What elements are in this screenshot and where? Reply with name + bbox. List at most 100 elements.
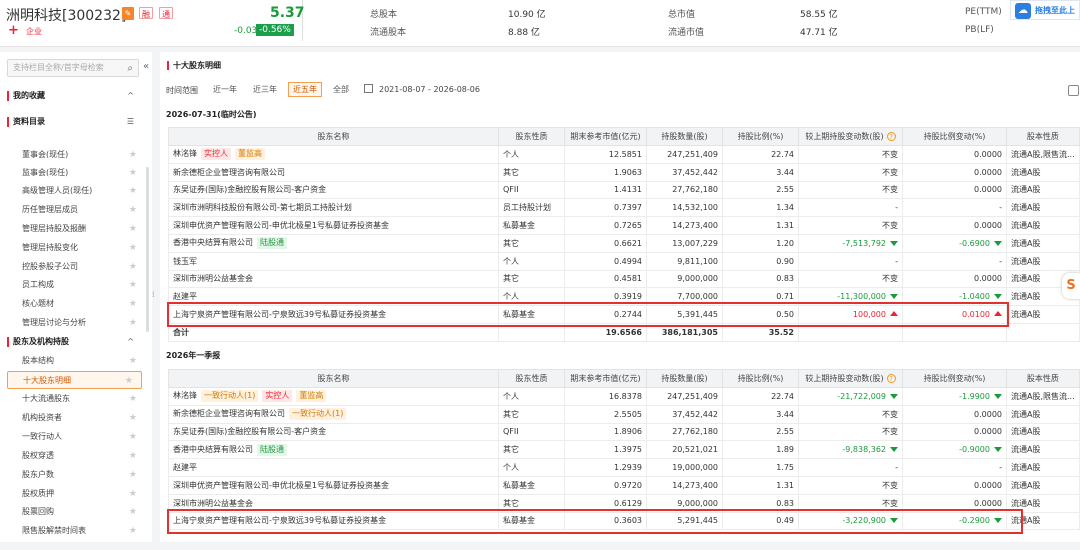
sidebar-item[interactable]: 一致行动人 ★ <box>0 428 152 446</box>
table-row[interactable]: 赵建平 个人 1.2939 19,000,000 1.75- - 流通A股 <box>168 458 1080 477</box>
holder-name-text[interactable]: 香港中央结算有限公司 <box>173 238 253 247</box>
holder-name-text[interactable]: 深圳申优资产管理有限公司-申优北极星1号私募证券投资基金 <box>173 221 389 230</box>
holder-name-text[interactable]: 上海宁泉资产管理有限公司-宁泉致远39号私募证券投资基金 <box>173 516 386 525</box>
star-icon[interactable]: ★ <box>129 295 137 313</box>
holder-name[interactable]: 钱玉军 <box>168 251 499 271</box>
export-icon[interactable] <box>1068 85 1079 96</box>
holder-name[interactable]: 深圳市洲明公益基金会 <box>168 493 499 513</box>
sidebar-item[interactable]: 员工构成 ★ <box>0 276 152 294</box>
sidebar-item[interactable]: 管理层持股及报酬 ★ <box>0 220 152 238</box>
chevron-up-icon[interactable]: ^ <box>127 88 134 104</box>
drag-button[interactable]: ☁ 拖拽至此上 <box>1010 0 1080 20</box>
help-icon[interactable]: ? <box>886 374 896 383</box>
table-row[interactable]: 深圳申优资产管理有限公司-申优北极星1号私募证券投资基金 私募基金 0.7265 14… <box>168 216 1080 235</box>
star-icon[interactable]: ★ <box>129 522 137 536</box>
holder-name-text[interactable]: 东吴证券(国际)金融控股有限公司-客户资金 <box>173 427 326 436</box>
sidebar-item[interactable]: 历任管理层成员 ★ <box>0 201 152 219</box>
holder-name[interactable]: 林洺锋 一致行动人(1) 实控人 董监高 <box>168 387 499 406</box>
table-row[interactable]: 新余德柜企业管理咨询有限公司 一致行动人(1) 其它 2.5505 37,452,442… <box>168 404 1080 424</box>
holder-name-text[interactable]: 香港中央结算有限公司 <box>173 445 253 454</box>
star-icon[interactable]: ★ <box>129 164 137 182</box>
sidebar-item[interactable]: 高级管理人员(现任) ★ <box>0 182 152 200</box>
float-s-icon[interactable]: S <box>1062 273 1080 299</box>
table-row[interactable]: 深圳市洲明公益基金会 其它 0.6129 9,000,000 0.83 不变 0.0000 流… <box>168 493 1080 513</box>
column-header[interactable]: 较上期持股变动数(股)? <box>798 127 903 146</box>
column-header[interactable]: 股东性质 <box>498 369 565 388</box>
sidebar-item[interactable]: 董事会(现任) ★ <box>0 146 152 164</box>
splitter-handle-icon[interactable]: ⁞ <box>152 290 155 299</box>
collapse-icon[interactable]: « <box>143 61 149 72</box>
column-header[interactable]: 股本性质 <box>1006 369 1080 388</box>
holder-name[interactable]: 上海宁泉资产管理有限公司-宁泉致远39号私募证券投资基金 <box>168 305 499 324</box>
star-icon[interactable]: ★ <box>129 276 137 294</box>
holder-name[interactable]: 赵建平 <box>168 287 499 307</box>
table-row[interactable]: 林洺锋 一致行动人(1) 实控人 董监高 个人 16.8378 247,251,409 22.… <box>168 387 1080 406</box>
star-icon[interactable]: ★ <box>129 314 137 332</box>
sidebar-item[interactable]: 股本结构 ★ <box>0 352 152 370</box>
column-header[interactable]: 股东名称 <box>168 127 499 146</box>
edit-icon[interactable]: ✎ <box>122 7 134 20</box>
sidebar-item[interactable]: 限售股解禁时间表 ★ <box>0 522 152 536</box>
sidebar-directory[interactable]: 资料目录 ☰ <box>0 114 152 130</box>
table-row[interactable]: 上海宁泉资产管理有限公司-宁泉致远39号私募证券投资基金 私募基金 0.2744 5,… <box>168 305 1080 324</box>
holder-name[interactable]: 深圳市洲明科技股份有限公司-第七期员工持股计划 <box>168 198 499 218</box>
holder-name-text[interactable]: 赵建平 <box>173 463 197 472</box>
table-row[interactable]: 深圳市洲明公益基金会 其它 0.4581 9,000,000 0.83 不变 0.0000 流… <box>168 269 1080 289</box>
table-row[interactable]: 深圳市洲明科技股份有限公司-第七期员工持股计划 员工持股计划 0.7397 14,53… <box>168 198 1080 218</box>
sidebar-item[interactable]: 股东户数 ★ <box>0 466 152 484</box>
star-icon[interactable]: ★ <box>129 428 137 446</box>
time-btn-5y[interactable]: 近五年 <box>288 82 322 97</box>
column-header[interactable]: 股东名称 <box>168 369 499 388</box>
help-icon[interactable]: ? <box>886 132 896 141</box>
column-header[interactable]: 持股比例(%) <box>722 127 799 146</box>
holder-name[interactable]: 香港中央结算有限公司 陆股通 <box>168 233 499 253</box>
table-row[interactable]: 东吴证券(国际)金融控股有限公司-客户资金 QFII 1.4131 27,762,18… <box>168 180 1080 200</box>
sidebar-favorites[interactable]: 我的收藏 ^ <box>0 88 152 104</box>
sidebar-scrollbar[interactable] <box>146 167 149 332</box>
sidebar-item[interactable]: 股票回购 ★ <box>0 503 152 521</box>
time-btn-1y[interactable]: 近一年 <box>208 82 242 97</box>
column-header[interactable]: 较上期持股变动数(股)? <box>798 369 903 388</box>
column-header[interactable]: 持股比例(%) <box>722 369 799 388</box>
business-link[interactable]: 企业 <box>26 26 42 37</box>
sidebar-item[interactable]: 管理层讨论与分析 ★ <box>0 314 152 332</box>
date-range-picker[interactable]: 2021-08-07 - 2026-08-06 <box>364 82 480 97</box>
table-row[interactable]: 深圳申优资产管理有限公司-申优北极星1号私募证券投资基金 私募基金 0.9720 14… <box>168 475 1080 495</box>
sidebar-item[interactable]: 控股参股子公司 ★ <box>0 258 152 276</box>
holder-name[interactable]: 深圳市洲明公益基金会 <box>168 269 499 289</box>
holder-name-text[interactable]: 深圳市洲明科技股份有限公司-第七期员工持股计划 <box>173 203 352 212</box>
holder-name-text[interactable]: 深圳市洲明公益基金会 <box>173 274 253 283</box>
holder-name[interactable]: 香港中央结算有限公司 陆股通 <box>168 440 499 460</box>
star-icon[interactable]: ★ <box>129 146 137 164</box>
column-header[interactable]: 持股数量(股) <box>646 127 723 146</box>
sidebar-item[interactable]: 股权穿透 ★ <box>0 447 152 465</box>
time-btn-all[interactable]: 全部 <box>328 82 354 97</box>
holder-name[interactable]: 新余德柜企业管理咨询有限公司 <box>168 162 499 182</box>
column-header[interactable]: 持股比例变动(%) <box>902 127 1007 146</box>
sidebar-item[interactable]: 机构投资者 ★ <box>0 409 152 427</box>
table-row[interactable]: 钱玉军 个人 0.4994 9,811,100 0.90- - 流通A股 <box>168 251 1080 271</box>
holder-name-text[interactable]: 林洺锋 <box>173 149 197 158</box>
table-row[interactable]: 新余德柜企业管理咨询有限公司 其它 1.9063 37,452,442 3.44 不变 0.… <box>168 162 1080 182</box>
table-row[interactable]: 东吴证券(国际)金融控股有限公司-客户资金 QFII 1.8906 27,762,18… <box>168 422 1080 442</box>
holder-name-text[interactable]: 东吴证券(国际)金融控股有限公司-客户资金 <box>173 185 326 194</box>
sidebar-holders-section[interactable]: 股东及机构持股 ^ <box>0 334 152 350</box>
search-icon[interactable]: ⌕ <box>127 61 133 77</box>
holder-name[interactable]: 新余德柜企业管理咨询有限公司 一致行动人(1) <box>168 404 499 424</box>
holder-name[interactable]: 东吴证券(国际)金融控股有限公司-客户资金 <box>168 422 499 442</box>
star-icon[interactable]: ★ <box>129 503 137 521</box>
star-icon[interactable]: ★ <box>129 182 137 200</box>
holder-name-text[interactable]: 上海宁泉资产管理有限公司-宁泉致远39号私募证券投资基金 <box>173 310 386 319</box>
add-watchlist-icon[interactable]: + <box>8 23 19 38</box>
column-header[interactable]: 期末参考市值(亿元) <box>564 369 647 388</box>
star-icon[interactable]: ★ <box>129 466 137 484</box>
holder-name-text[interactable]: 新余德柜企业管理咨询有限公司 <box>173 409 285 418</box>
sidebar-item[interactable]: 股权质押 ★ <box>0 485 152 503</box>
column-header[interactable]: 持股数量(股) <box>646 369 723 388</box>
holder-name-text[interactable]: 新余德柜企业管理咨询有限公司 <box>173 168 285 177</box>
holder-name-text[interactable]: 赵建平 <box>173 292 197 301</box>
table-row[interactable]: 赵建平 个人 0.3919 7,700,000 0.71 -11,300,000 -1.04… <box>168 287 1080 307</box>
holder-name-text[interactable]: 林洺锋 <box>173 391 197 400</box>
table-row[interactable]: 香港中央结算有限公司 陆股通 其它 0.6621 13,007,229 1.20 -7,51… <box>168 233 1080 253</box>
table-row[interactable]: 林洺锋 实控人 董监高 个人 12.5851 247,251,409 22.74 不变 0.00… <box>168 145 1080 164</box>
